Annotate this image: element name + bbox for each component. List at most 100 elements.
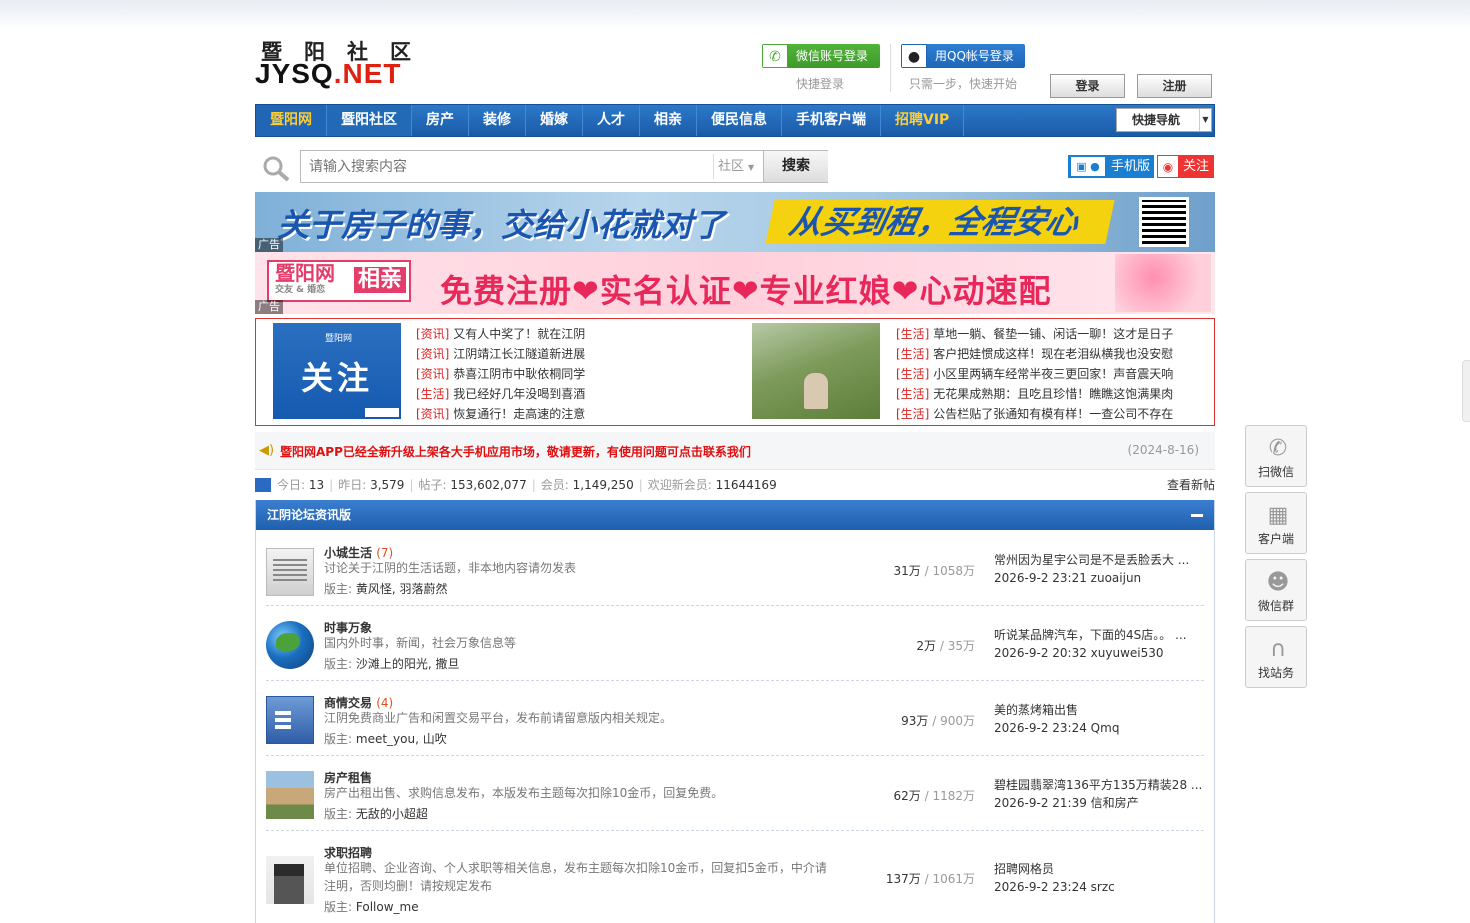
board-last-post: 碧桂园翡翠湾136平方135万精装28 ... 2026-9-2 21:39 信和… bbox=[994, 776, 1202, 812]
moderator-links[interactable]: 黄风怪, 羽落蔚然 bbox=[356, 582, 448, 596]
board-new-count: (4) bbox=[376, 696, 394, 710]
nav-item-wedding[interactable]: 婚嫁 bbox=[526, 105, 583, 136]
stat-members: 1,149,250 bbox=[572, 478, 634, 492]
nav-item-services[interactable]: 便民信息 bbox=[697, 105, 782, 136]
nav-item-recruit-vip[interactable]: 招聘VIP bbox=[881, 105, 965, 136]
side-tab[interactable] bbox=[1462, 360, 1470, 422]
stat-label: 今日: bbox=[277, 478, 306, 492]
list-item[interactable]: [生活] 客户把娃惯成这样！现在老泪纵横我也没安慰 bbox=[896, 344, 1173, 364]
news-tag: [资讯] bbox=[416, 347, 450, 361]
search-input[interactable] bbox=[301, 151, 711, 182]
nav-item-decoration[interactable]: 装修 bbox=[469, 105, 526, 136]
banner-dating-ad[interactable]: 暨阳网 交友 & 婚恋 相亲 免费注册❤实名认证❤专业红娘❤心动速配 广告 bbox=[255, 252, 1215, 314]
newest-member-link[interactable]: 11644169 bbox=[716, 478, 777, 492]
last-post-link[interactable]: 碧桂园翡翠湾136平方135万精装28 ... bbox=[994, 776, 1202, 794]
collapse-icon[interactable] bbox=[1191, 514, 1203, 517]
mods-label: 版主: bbox=[324, 900, 353, 914]
top-background bbox=[0, 0, 1470, 100]
nav-item-mobile-client[interactable]: 手机客户端 bbox=[782, 105, 881, 136]
list-item[interactable]: [生活] 无花果成熟期：且吃且珍惜！瞧瞧这饱满果肉 bbox=[896, 384, 1173, 404]
forum-section: 江阴论坛资讯版 小城生活 (7) 讨论关于江阴的生活话题，非本地内容请勿发表 版… bbox=[255, 500, 1215, 923]
announcement-link[interactable]: 暨阳网APP已经全新升级上架各大手机应用市场，敬请更新，有使用问题可点击联系我们 bbox=[280, 443, 751, 460]
wechat-group-button[interactable]: ☻ 微信群 bbox=[1245, 559, 1307, 621]
register-button[interactable]: 注册 bbox=[1137, 74, 1212, 98]
news-photo[interactable] bbox=[752, 323, 880, 419]
search-button[interactable]: 搜索 bbox=[763, 151, 828, 182]
list-item[interactable]: [资讯] 江阴靖江长江隧道新进展 bbox=[416, 344, 585, 364]
list-item[interactable]: [资讯] 又有人中奖了！就在江阴 bbox=[416, 324, 585, 344]
board-moderators: 版主: Follow_me bbox=[324, 898, 419, 915]
nav-item-dating[interactable]: 相亲 bbox=[640, 105, 697, 136]
wechat-login-label: 微信账号登录 bbox=[796, 49, 869, 63]
couple-illustration bbox=[1115, 254, 1211, 312]
moderator-links[interactable]: 沙滩上的阳光, 撒旦 bbox=[356, 657, 460, 671]
client-app-button[interactable]: ▦ 客户端 bbox=[1245, 492, 1307, 554]
nav-item-community[interactable]: 暨阳社区 bbox=[327, 105, 412, 136]
last-post-link[interactable]: 常州因为星宇公司是不是丢脸丢大 ... bbox=[994, 551, 1189, 569]
business-icon[interactable] bbox=[266, 696, 314, 744]
quick-nav-dropdown[interactable]: 快捷导航 ▼ bbox=[1116, 108, 1212, 132]
moderator-links[interactable]: Follow_me bbox=[356, 900, 419, 914]
announcement-bar: ◀) 暨阳网APP已经全新升级上架各大手机应用市场，敬请更新，有使用问题可点击联… bbox=[255, 432, 1215, 470]
news-tag: [生活] bbox=[416, 387, 450, 401]
house-icon[interactable] bbox=[266, 771, 314, 819]
megaphone-icon: ◀) bbox=[259, 443, 275, 458]
search-scope-select[interactable]: 社区 ▼ bbox=[713, 154, 762, 179]
moderator-links[interactable]: meet_you, 山吹 bbox=[356, 732, 447, 746]
site-logo[interactable]: 暨阳社区 JYSQ.NET bbox=[255, 36, 435, 96]
nav-item-realestate[interactable]: 房产 bbox=[412, 105, 469, 136]
list-item[interactable]: [生活] 公告栏贴了张通知有模有样！一查公司不存在 bbox=[896, 404, 1173, 424]
board-counts: 137万 / 1061万 bbox=[886, 870, 975, 887]
post-count: / 1058万 bbox=[924, 564, 975, 578]
last-post-meta[interactable]: 2026-9-2 20:32 xuyuwei530 bbox=[994, 644, 1187, 662]
last-post-meta[interactable]: 2026-9-2 23:24 Qmq bbox=[994, 719, 1119, 737]
moderator-links[interactable]: 无敌的小超超 bbox=[356, 807, 428, 821]
view-new-posts-link[interactable]: 查看新帖 bbox=[1167, 476, 1215, 494]
newspaper-icon[interactable] bbox=[266, 548, 314, 596]
news-title: 又有人中奖了！就在江阴 bbox=[453, 327, 586, 341]
last-post-link[interactable]: 美的蒸烤箱出售 bbox=[994, 701, 1119, 719]
last-post-link[interactable]: 听说某品牌汽车，下面的4S店。。 ... bbox=[994, 626, 1187, 644]
list-item[interactable]: [生活] 草地一躺、餐垫一铺、闲话一聊！这才是日子 bbox=[896, 324, 1173, 344]
float-label: 找站务 bbox=[1257, 666, 1294, 680]
people-icon[interactable] bbox=[266, 856, 314, 904]
contact-admin-button[interactable]: ∩ 找站务 bbox=[1245, 626, 1307, 688]
wechat-login-button[interactable]: ✆ 微信账号登录 bbox=[762, 44, 880, 68]
banner2-logo: 暨阳网 交友 & 婚恋 相亲 bbox=[267, 260, 411, 302]
last-post-meta[interactable]: 2026-9-2 23:21 zuoaijun bbox=[994, 569, 1189, 587]
nav-item-talent[interactable]: 人才 bbox=[583, 105, 640, 136]
list-item[interactable]: [资讯] 恭喜江阴市中耿依桐同学 bbox=[416, 364, 585, 384]
banner-realestate-ad[interactable]: 关于房子的事，交给小花就对了 从买到租，全程安心 广告 bbox=[255, 192, 1215, 252]
feature-image-brand: 暨阳网 bbox=[325, 334, 353, 344]
nav-item-jynet[interactable]: 暨阳网 bbox=[256, 105, 327, 136]
board-counts: 31万 / 1058万 bbox=[893, 562, 975, 579]
weibo-follow-button[interactable]: ◉ 关注 bbox=[1157, 155, 1214, 178]
post-count: / 900万 bbox=[932, 714, 975, 728]
board-last-post: 招聘网格员 2026-9-2 23:24 srzc bbox=[994, 860, 1115, 896]
list-item[interactable]: [生活] 小区里两辆车经常半夜三更回家！声音震天响 bbox=[896, 364, 1173, 384]
qq-login-button[interactable]: ● 用QQ帐号登录 bbox=[901, 44, 1025, 68]
headset-icon: ∩ bbox=[1269, 637, 1287, 662]
forum-board-row: 房产租售 房产出租出售、求购信息发布，本版发布主题每次扣除10金币，回复免费。 … bbox=[266, 761, 1204, 831]
one-step-text: 只需一步，快速开始 bbox=[909, 77, 1018, 91]
forum-board-row: 商情交易 (4) 江阴免费商业广告和闲置交易平台，发布前请留意版内相关规定。 版… bbox=[266, 686, 1204, 756]
stat-label: 昨日: bbox=[338, 478, 367, 492]
news-feature-image[interactable]: 暨阳网 关注 bbox=[273, 323, 401, 419]
forum-section-title[interactable]: 江阴论坛资讯版 bbox=[267, 508, 351, 522]
search-icon bbox=[263, 156, 290, 182]
news-tag: [生活] bbox=[896, 407, 930, 421]
globe-icon[interactable] bbox=[266, 621, 314, 669]
mobile-version-button[interactable]: ▣ ● 手机版 bbox=[1068, 155, 1154, 178]
board-counts: 93万 / 900万 bbox=[901, 712, 975, 729]
news-tag: [生活] bbox=[896, 327, 930, 341]
banner2-headline: 免费注册❤实名认证❤专业红娘❤心动速配 bbox=[440, 272, 1052, 310]
last-post-link[interactable]: 招聘网格员 bbox=[994, 860, 1115, 878]
last-post-meta[interactable]: 2026-9-2 21:39 信和房产 bbox=[994, 794, 1202, 812]
login-button[interactable]: 登录 bbox=[1050, 74, 1125, 98]
scan-wechat-button[interactable]: ✆ 扫微信 bbox=[1245, 425, 1307, 487]
board-last-post: 美的蒸烤箱出售 2026-9-2 23:24 Qmq bbox=[994, 701, 1119, 737]
news-tag: [资讯] bbox=[416, 367, 450, 381]
last-post-meta[interactable]: 2026-9-2 23:24 srzc bbox=[994, 878, 1115, 896]
list-item[interactable]: [生活] 我已经好几年没喝到喜酒 bbox=[416, 384, 585, 404]
list-item[interactable]: [资讯] 恢复通行！走高速的注意 bbox=[416, 404, 585, 424]
